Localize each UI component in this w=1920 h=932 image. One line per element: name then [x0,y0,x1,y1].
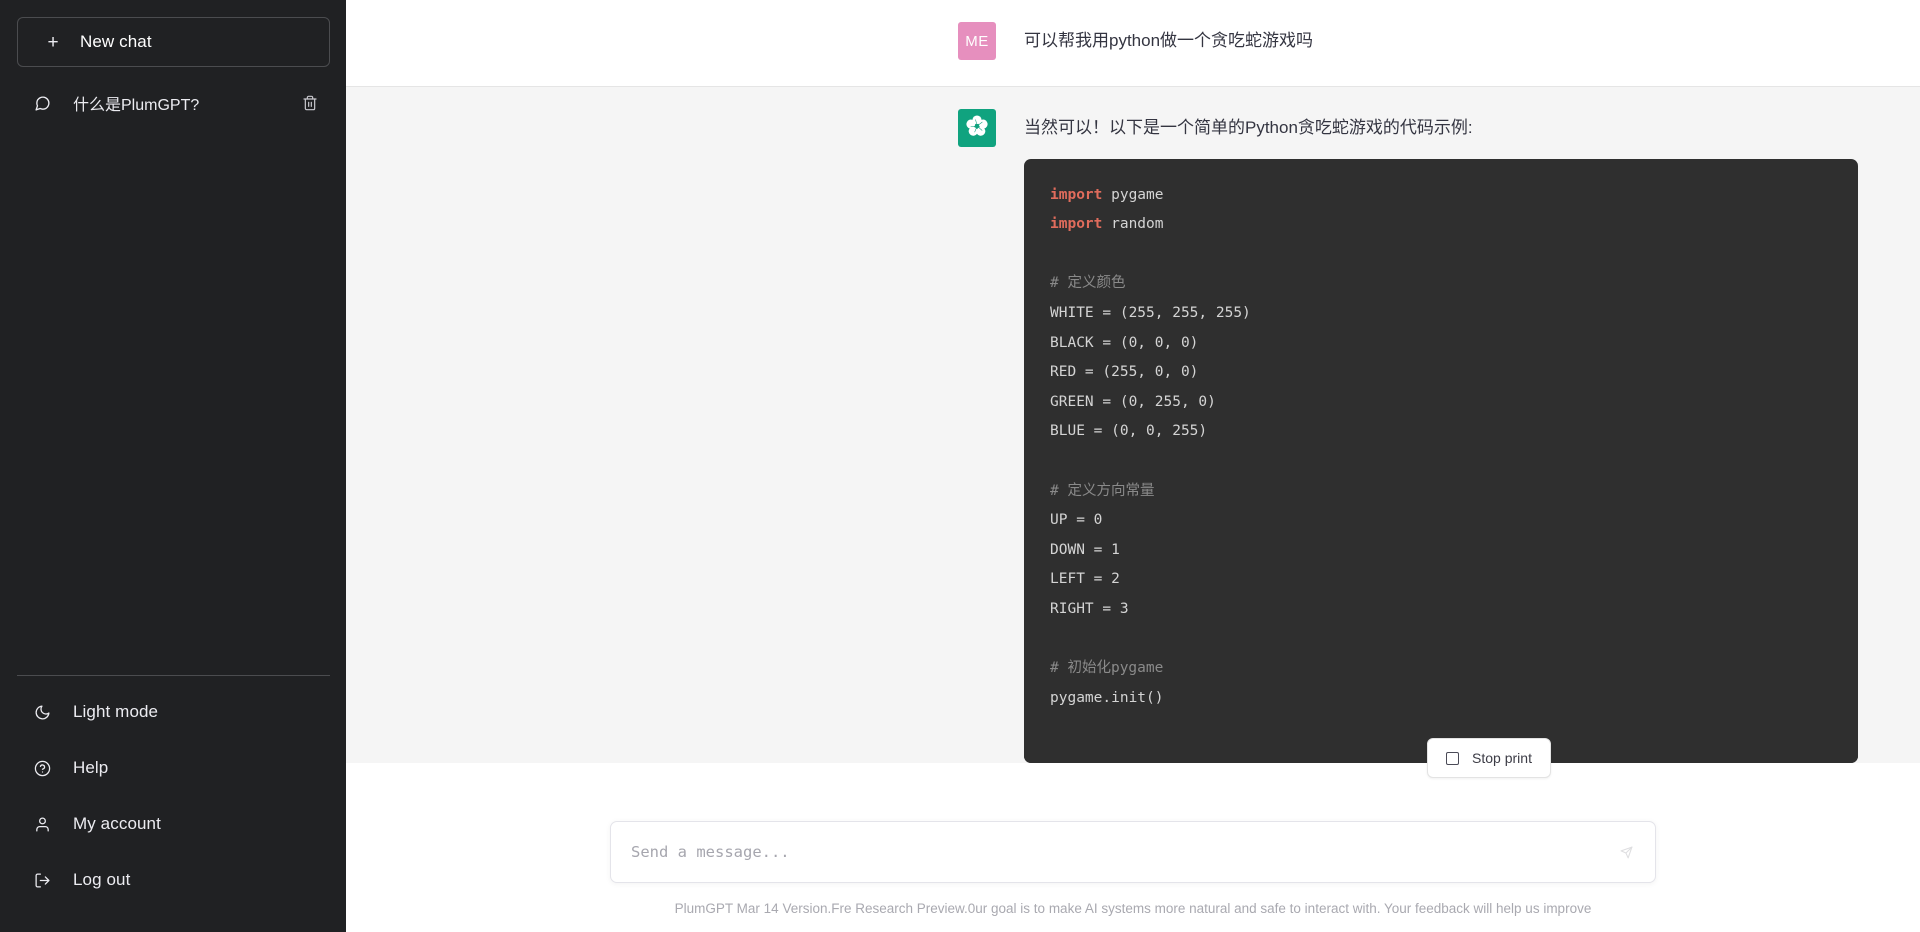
sidebar: + New chat 什么是PlumGPT? Light mode Help M… [0,0,346,932]
stop-print-label: Stop print [1472,750,1532,766]
stop-square-icon [1446,751,1460,765]
conversation-title: 什么是PlumGPT? [73,97,200,114]
avatar: ME [958,22,996,60]
sidebar-item-label: Log out [73,870,131,889]
send-icon[interactable] [1620,846,1633,859]
stop-print-button[interactable]: Stop print [1427,738,1551,778]
avatar [958,109,996,147]
sidebar-item-log-out[interactable]: Log out [17,852,330,908]
composer[interactable] [610,821,1656,884]
message-input[interactable] [631,843,1620,862]
app-root: + New chat 什么是PlumGPT? Light mode Help M… [0,0,1920,932]
sidebar-item-label: My account [73,814,161,833]
message-row-assistant: 当然可以！以下是一个简单的Python贪吃蛇游戏的代码示例: import py… [346,86,1920,763]
disclaimer-text: PlumGPT Mar 14 Version.Fre Research Prev… [674,901,1592,917]
message-body: 当然可以！以下是一个简单的Python贪吃蛇游戏的代码示例: import py… [1024,109,1860,763]
trash-icon[interactable] [302,95,318,111]
code-content: import pygame import random # 定义颜色 WHITE… [1050,186,1251,763]
moon-icon [34,704,51,721]
sidebar-footer: Light mode Help My account Log out [17,675,330,932]
message-text: 当然可以！以下是一个简单的Python贪吃蛇游戏的代码示例: [1024,118,1473,137]
message-text: 可以帮我用python做一个贪吃蛇游戏吗 [1024,31,1314,50]
composer-area: PlumGPT Mar 14 Version.Fre Research Prev… [346,821,1920,932]
logout-icon [34,872,51,889]
conversation-list: 什么是PlumGPT? [0,81,346,125]
sidebar-item-help[interactable]: Help [17,740,330,796]
message-inner: 当然可以！以下是一个简单的Python贪吃蛇游戏的代码示例: import py… [346,109,1920,763]
code-block[interactable]: import pygame import random # 定义颜色 WHITE… [1024,158,1858,763]
sidebar-item-my-account[interactable]: My account [17,796,330,852]
new-chat-label: New chat [80,32,152,51]
chat-bubble-icon [34,95,51,112]
sidebar-item-light-mode[interactable]: Light mode [17,684,330,740]
message-thread: ME 可以帮我用python做一个贪吃蛇游戏吗 当然可以！以下是一个简单的Pyt… [346,0,1920,932]
plum-blossom-icon [964,113,990,144]
message-body: 可以帮我用python做一个贪吃蛇游戏吗 [1024,22,1860,60]
plus-icon: + [47,31,59,53]
main-panel: ME 可以帮我用python做一个贪吃蛇游戏吗 当然可以！以下是一个简单的Pyt… [346,0,1920,932]
question-circle-icon [34,760,51,777]
sidebar-item-label: Help [73,758,109,777]
message-inner: ME 可以帮我用python做一个贪吃蛇游戏吗 [346,22,1920,60]
new-chat-button[interactable]: + New chat [17,17,330,67]
conversation-item[interactable]: 什么是PlumGPT? [17,81,330,125]
user-icon [34,816,51,833]
sidebar-item-label: Light mode [73,702,159,721]
message-row-user: ME 可以帮我用python做一个贪吃蛇游戏吗 [346,0,1920,86]
